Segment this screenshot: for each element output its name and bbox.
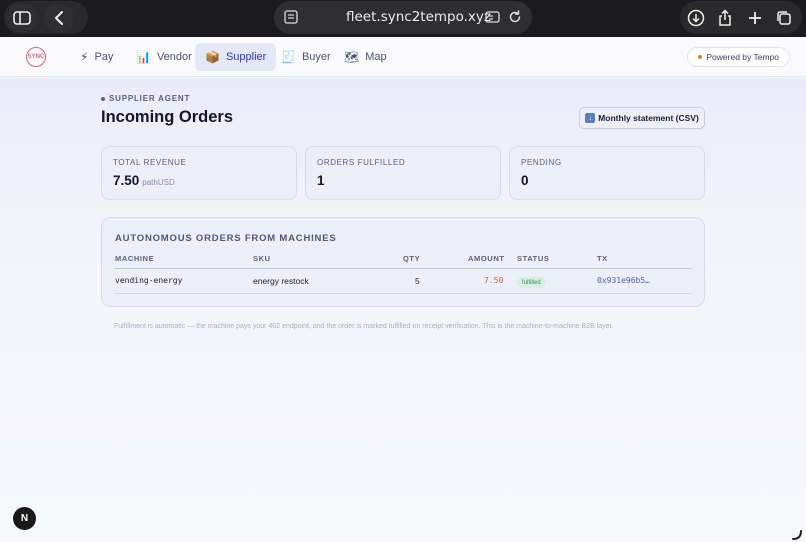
page-title: Incoming Orders: [101, 108, 234, 126]
stat-label: ORDERS FULFILLED: [317, 158, 406, 167]
new-tab-icon: [749, 12, 761, 24]
tabs-overview-button[interactable]: [772, 6, 796, 30]
browser-toolbar: fleet.sync2tempo.xyz: [0, 0, 806, 37]
eyebrow-text: SUPPLIER AGENT: [109, 94, 191, 103]
stat-card-pending: PENDING 0: [509, 146, 705, 200]
brand-dot-icon: [698, 55, 703, 59]
back-button[interactable]: [44, 3, 74, 33]
stat-value: 0: [521, 173, 529, 188]
sync-logo[interactable]: SYNC: [26, 47, 46, 67]
reader-icon[interactable]: [484, 8, 502, 26]
share-icon: [719, 9, 731, 26]
nav-item-pay[interactable]: ⚡ Pay: [70, 43, 123, 71]
powered-label: Powered by Tempo: [706, 52, 779, 62]
footnote: Fulfillment is automatic — the machine p…: [114, 323, 614, 330]
monthly-statement-csv-button[interactable]: ↓ Monthly statement (CSV): [579, 107, 705, 129]
column-header-machine: MACHINE: [115, 254, 155, 263]
nav-item-label: Map: [365, 51, 387, 63]
sidebar-icon: [13, 11, 31, 25]
bar-chart-icon: 📊: [136, 50, 151, 64]
nav-item-label: Supplier: [225, 51, 267, 63]
dev-tools-badge[interactable]: N: [13, 507, 36, 530]
stat-value: 7.50 pathUSD: [113, 173, 175, 188]
tabs-overview-icon: [777, 11, 791, 25]
section-eyebrow: SUPPLIER AGENT: [101, 94, 190, 103]
nav-item-buyer[interactable]: 🧾 Buyer: [271, 43, 341, 71]
cell-qty: 5: [415, 276, 420, 286]
nav-item-label: Buyer: [301, 51, 331, 63]
orders-card: AUTONOMOUS ORDERS FROM MACHINES MACHINE …: [101, 217, 705, 307]
column-header-amount: AMOUNT: [468, 254, 505, 263]
stat-label: TOTAL REVENUE: [113, 158, 187, 167]
stat-card-total-revenue: TOTAL REVENUE 7.50 pathUSD: [101, 146, 297, 200]
back-icon: [55, 11, 63, 25]
cell-machine: vending-energy: [115, 276, 183, 285]
tab-layout-icon[interactable]: [282, 8, 300, 26]
new-tab-button[interactable]: [743, 6, 767, 30]
receipt-icon: 🧾: [281, 50, 296, 64]
sidebar-button[interactable]: [7, 3, 37, 33]
url-text: fleet.sync2tempo.xyz: [346, 9, 491, 25]
nav-item-supplier[interactable]: 📦 Supplier: [195, 43, 277, 71]
stat-label: PENDING: [521, 158, 562, 167]
reload-icon[interactable]: [506, 8, 524, 26]
header-divider: [114, 268, 692, 269]
stat-value: 1: [317, 173, 325, 188]
stat-unit: pathUSD: [142, 178, 175, 187]
download-button[interactable]: [684, 6, 708, 30]
stat-card-orders-fulfilled: ORDERS FULFILLED 1: [305, 146, 501, 200]
cell-sku: energy restock: [253, 276, 309, 286]
powered-by-badge[interactable]: Powered by Tempo: [687, 47, 790, 67]
column-header-status: STATUS: [517, 254, 550, 263]
csv-button-label: Monthly statement (CSV): [598, 113, 699, 123]
row-divider: [114, 293, 692, 294]
share-button[interactable]: [713, 6, 737, 30]
dev-badge-label: N: [20, 513, 29, 524]
package-icon: 📦: [205, 50, 220, 64]
lightning-icon: ⚡: [80, 50, 89, 64]
address-bar[interactable]: fleet.sync2tempo.xyz: [274, 1, 532, 34]
nav-item-vendor[interactable]: 📊 Vendor: [126, 43, 202, 71]
orders-card-title: AUTONOMOUS ORDERS FROM MACHINES: [115, 233, 337, 244]
logo-text: SYNC: [27, 54, 45, 60]
stat-number: 7.50: [113, 173, 140, 188]
column-header-tx: TX: [597, 254, 608, 263]
download-arrow-icon: ↓: [585, 113, 596, 123]
cell-amount: 7.50: [484, 276, 504, 285]
tx-hash-link[interactable]: 0x931e96b5…: [597, 276, 650, 285]
main-content: SUPPLIER AGENT Incoming Orders ↓ Monthly…: [0, 78, 806, 542]
map-icon: 🗺: [344, 50, 360, 64]
column-header-qty: QTY: [403, 254, 421, 263]
column-header-sku: SKU: [253, 254, 271, 263]
status-badge: fulfilled: [517, 277, 546, 288]
resize-corner-icon: [792, 527, 802, 540]
nav-item-label: Pay: [94, 51, 114, 63]
nav-item-map[interactable]: 🗺 Map: [334, 43, 397, 71]
bullet-icon: [101, 96, 105, 101]
nav-item-label: Vendor: [156, 51, 192, 63]
download-icon: [687, 9, 705, 27]
app-nav: SYNC ⚡ Pay 📊 Vendor 📦 Supplier 🧾 Buyer 🗺…: [0, 37, 806, 77]
